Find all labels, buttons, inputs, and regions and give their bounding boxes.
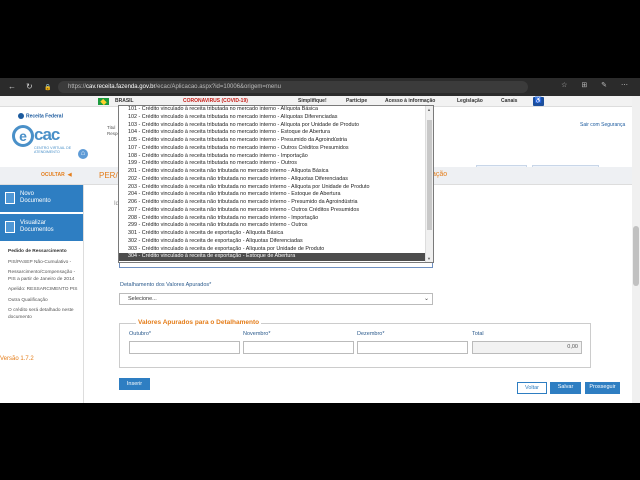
gov-bar-legislacao[interactable]: Legislação bbox=[457, 96, 483, 107]
info-line: Outra Qualificação bbox=[8, 297, 48, 303]
ocultar-menu-toggle[interactable]: OCULTAR bbox=[41, 172, 72, 178]
detalhamento-select-value: Selecione... bbox=[128, 296, 157, 302]
dropdown-option[interactable]: 104 - Crédito vinculado à receita tribut… bbox=[119, 129, 425, 137]
dropdown-option[interactable]: 302 - Crédito vinculado à receita de exp… bbox=[119, 238, 425, 246]
info-line: O crédito será detalhado neste documento bbox=[8, 308, 74, 320]
detalhamento-label: Detalhamento dos Valores Apurados* bbox=[120, 282, 212, 288]
receita-federal-logo: Receita Federal bbox=[18, 113, 63, 119]
ecac-logo-subtitle: CENTRO VIRTUAL DE ATENDIMENTO bbox=[34, 146, 72, 154]
dropdown-scrollbar[interactable]: ▲ ▼ bbox=[425, 106, 433, 262]
page-scrollbar[interactable] bbox=[632, 96, 640, 403]
address-bar[interactable]: https://cav.receita.fazenda.gov.br/ecac/… bbox=[58, 81, 528, 93]
scrollbar-thumb[interactable] bbox=[633, 226, 639, 286]
info-line: PIS/PASEP Não-Cumulativo - bbox=[8, 259, 72, 265]
dropdown-option[interactable]: 207 - Crédito vinculado à receita não tr… bbox=[119, 207, 425, 215]
info-line: Ressarcimento/Compensação - PIS a partir… bbox=[8, 270, 76, 282]
dropdown-option[interactable]: 102 - Crédito vinculado à receita tribut… bbox=[119, 114, 425, 122]
view-documents-icon bbox=[5, 221, 15, 233]
voltar-button[interactable]: Voltar bbox=[517, 382, 547, 394]
refresh-icon[interactable]: ↻ bbox=[26, 82, 33, 92]
dropdown-option[interactable]: 101 - Crédito vinculado à receita tribut… bbox=[119, 106, 425, 114]
gov-bar-canais[interactable]: Canais bbox=[501, 96, 517, 107]
version-label: Versão 1.7.2 bbox=[0, 356, 34, 362]
outubro-label: Outubro* bbox=[129, 331, 152, 337]
detalhamento-select[interactable]: Selecione... ⌄ bbox=[119, 293, 433, 305]
chevron-down-icon: ⌄ bbox=[423, 296, 429, 302]
brazil-flag-icon bbox=[98, 98, 109, 105]
inserir-button[interactable]: Inserir bbox=[119, 378, 150, 390]
dropdown-option[interactable]: 299 - Crédito vinculado à receita não tr… bbox=[119, 222, 425, 230]
novo-label: Novo bbox=[20, 191, 35, 197]
lock-icon: 🔒 bbox=[44, 85, 52, 91]
novembro-label: Novembro* bbox=[243, 331, 271, 337]
url-host: cav.receita.fazenda.gov.br bbox=[86, 84, 156, 90]
sidebar-document-info: Pedido de Ressarcimento PIS/PASEP Não-Cu… bbox=[8, 249, 82, 325]
ecac-logo-e: e bbox=[12, 125, 34, 147]
visualizar-label: Visualizar bbox=[20, 220, 46, 226]
dropdown-option[interactable]: 105 - Crédito vinculado à receita tribut… bbox=[119, 137, 425, 145]
outubro-input[interactable] bbox=[129, 341, 240, 354]
new-document-icon bbox=[5, 192, 15, 204]
prosseguir-button[interactable]: Prosseguir bbox=[585, 382, 620, 394]
documento-label: Documento bbox=[20, 198, 51, 204]
credito-dropdown-list[interactable]: 101 - Crédito vinculado à receita tribut… bbox=[118, 105, 434, 263]
dezembro-label: Dezembro* bbox=[357, 331, 385, 337]
valores-apurados-fieldset: Valores Apurados para o Detalhamento Out… bbox=[119, 319, 591, 368]
dropdown-option[interactable]: 204 - Crédito vinculado à receita não tr… bbox=[119, 191, 425, 199]
info-heading: Pedido de Ressarcimento bbox=[8, 249, 67, 254]
accessibility-icon[interactable]: ♿ bbox=[533, 97, 544, 106]
dropdown-option[interactable]: 206 - Crédito vinculado à receita não tr… bbox=[119, 199, 425, 207]
dropdown-options: 101 - Crédito vinculado à receita tribut… bbox=[119, 106, 433, 261]
url-path: /ecac/Aplicacao.aspx?id=10006&origem=men… bbox=[155, 84, 281, 90]
dropdown-option[interactable]: 304 - Crédito vinculado à receita de exp… bbox=[119, 253, 425, 261]
total-label: Total bbox=[472, 331, 484, 337]
dropdown-option[interactable]: 103 - Crédito vinculado à receita tribut… bbox=[119, 122, 425, 130]
documentos-label: Documentos bbox=[20, 227, 54, 233]
sidebar: Novo Documento Visualizar Documentos Ped… bbox=[0, 185, 84, 403]
scroll-up-icon[interactable]: ▲ bbox=[427, 107, 431, 112]
dropdown-option[interactable]: 108 - Crédito vinculado à receita tribut… bbox=[119, 153, 425, 161]
dezembro-input[interactable] bbox=[357, 341, 468, 354]
page-title-fragment: ação bbox=[432, 171, 448, 178]
visualizar-documentos-button[interactable]: Visualizar Documentos bbox=[0, 214, 83, 241]
browser-toolbar: ← ↻ 🔒 https://cav.receita.fazenda.gov.br… bbox=[0, 78, 640, 96]
ecac-logo-cac: cac bbox=[34, 125, 60, 144]
ecac-logo[interactable]: e cac CENTRO VIRTUAL DE ATENDIMENTO bbox=[12, 125, 74, 161]
dropdown-option[interactable]: 201 - Crédito vinculado à receita não tr… bbox=[119, 168, 425, 176]
salvar-button[interactable]: Salvar bbox=[550, 382, 581, 394]
logout-link[interactable]: Sair com Segurança bbox=[580, 122, 625, 128]
dropdown-option[interactable]: 208 - Crédito vinculado à receita não tr… bbox=[119, 215, 425, 223]
screen: ← ↻ 🔒 https://cav.receita.fazenda.gov.br… bbox=[0, 0, 640, 480]
total-field: 0,00 bbox=[472, 341, 582, 354]
novo-documento-button[interactable]: Novo Documento bbox=[0, 185, 83, 212]
dropdown-scrollbar-thumb[interactable] bbox=[427, 120, 432, 230]
dropdown-option[interactable]: 199 - Crédito vinculado à receita tribut… bbox=[119, 160, 425, 168]
url-prefix: https:// bbox=[68, 84, 87, 90]
scroll-down-icon[interactable]: ▼ bbox=[427, 256, 431, 261]
browser-action-icons[interactable]: ☆ ⊞ ✎ ⋯ bbox=[561, 81, 634, 89]
dropdown-option[interactable]: 202 - Crédito vinculado à receita não tr… bbox=[119, 176, 425, 184]
home-icon[interactable]: ⌂ bbox=[78, 149, 88, 159]
fieldset-legend: Valores Apurados para o Detalhamento bbox=[136, 319, 262, 326]
dropdown-option[interactable]: 301 - Crédito vinculado à receita de exp… bbox=[119, 230, 425, 238]
dropdown-option[interactable]: 203 - Crédito vinculado à receita não tr… bbox=[119, 184, 425, 192]
novembro-input[interactable] bbox=[243, 341, 354, 354]
info-line: Apelido: RESSARCIMENTO PIS bbox=[8, 287, 78, 292]
back-icon[interactable]: ← bbox=[8, 82, 16, 92]
dropdown-option[interactable]: 303 - Crédito vinculado à receita de exp… bbox=[119, 246, 425, 254]
dropdown-option[interactable]: 107 - Crédito vinculado à receita tribut… bbox=[119, 145, 425, 153]
